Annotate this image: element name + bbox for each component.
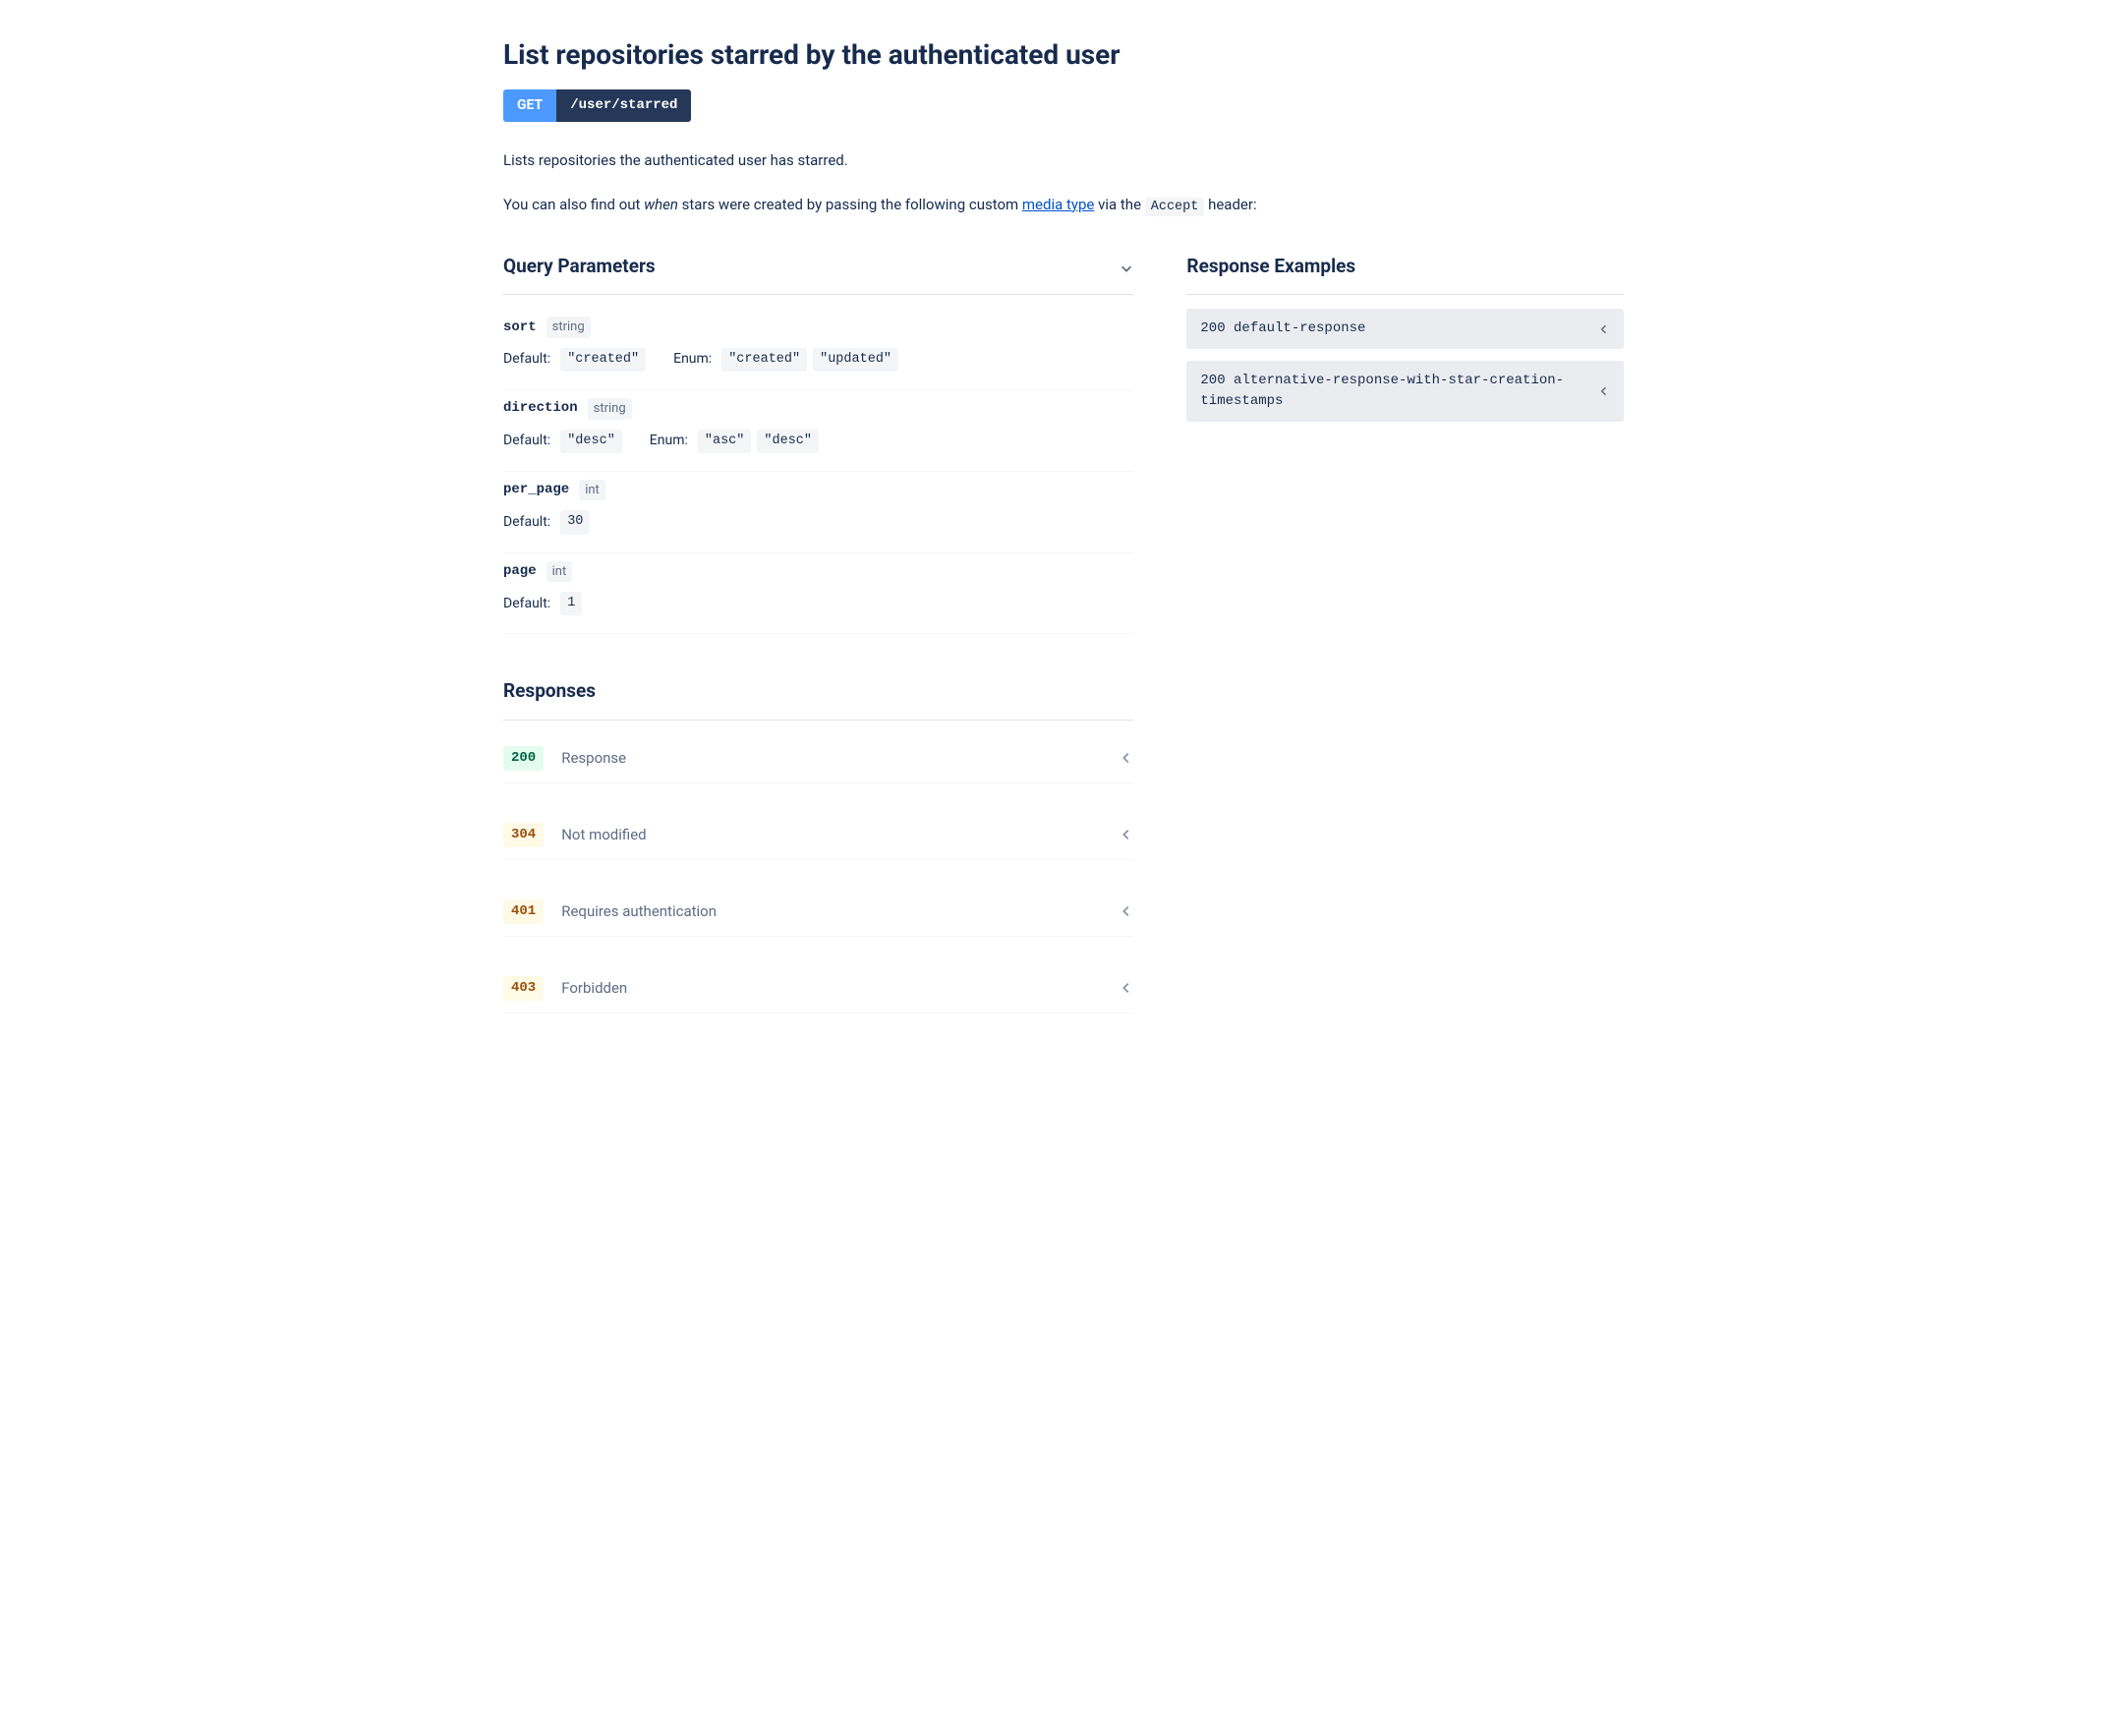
param-detail: Default:"created"Enum:"created""updated" <box>503 348 1133 372</box>
api-path: /user/starred <box>556 89 691 122</box>
param-default: "desc" <box>560 430 622 453</box>
param-name: page <box>503 561 537 582</box>
status-badge: 304 <box>503 823 544 847</box>
param-type: string <box>588 398 632 420</box>
response-examples-header: Response Examples <box>1186 253 1624 296</box>
response-text: Forbidden <box>561 977 1102 1000</box>
param-row-sort: sort string Default:"created"Enum:"created… <box>503 309 1133 390</box>
chevron-left-icon <box>1598 323 1610 335</box>
status-badge: 200 <box>503 746 544 771</box>
chevron-left-icon <box>1120 751 1133 765</box>
response-row-403[interactable]: 403 Forbidden <box>503 964 1133 1013</box>
param-name: sort <box>503 318 537 338</box>
response-text: Not modified <box>561 824 1102 846</box>
response-text: Requires authentication <box>561 900 1102 923</box>
param-row-page: pageint Default:1 <box>503 553 1133 635</box>
media-type-link[interactable]: media type <box>1022 196 1094 213</box>
responses-heading: Responses <box>503 677 596 706</box>
param-enum-value: "updated" <box>813 348 898 372</box>
description-line-2: You can also find out when stars were cr… <box>503 194 1624 217</box>
chevron-left-icon <box>1120 904 1133 918</box>
param-detail: Default:1 <box>503 592 1133 615</box>
param-row-per_page: per_page int Default:30 <box>503 472 1133 553</box>
query-parameters-heading: Query Parameters <box>503 253 656 281</box>
param-type: int <box>579 480 605 501</box>
param-name: direction <box>503 398 578 419</box>
param-detail: Default:30 <box>503 510 1133 534</box>
http-method-badge: GET <box>503 89 556 122</box>
response-example-text: 200 alternative-response-with-star-creat… <box>1200 371 1586 412</box>
response-row-200[interactable]: 200 Response <box>503 734 1133 783</box>
status-badge: 403 <box>503 976 544 1001</box>
param-type: string <box>546 317 591 338</box>
param-default: 1 <box>560 592 582 615</box>
query-parameters-header[interactable]: Query Parameters <box>503 253 1133 296</box>
status-badge: 401 <box>503 899 544 924</box>
page-title: List repositories starred by the authent… <box>503 34 1624 76</box>
response-example-text: 200 default-response <box>1200 318 1586 339</box>
param-name: per_page <box>503 480 569 500</box>
param-detail: Default:"desc"Enum:"asc""desc" <box>503 430 1133 453</box>
accept-header-code: Accept <box>1145 198 1205 216</box>
param-default: 30 <box>560 510 590 534</box>
response-text: Response <box>561 747 1102 770</box>
description-block: Lists repositories the authenticated use… <box>503 149 1624 217</box>
responses-header: Responses <box>503 677 1133 721</box>
response-row-401[interactable]: 401 Requires authentication <box>503 888 1133 937</box>
method-path: GET /user/starred <box>503 89 691 122</box>
param-type: int <box>546 561 573 583</box>
chevron-down-icon <box>1120 261 1133 275</box>
chevron-left-icon <box>1598 385 1610 397</box>
response-row-304[interactable]: 304 Not modified <box>503 811 1133 860</box>
response-example-0[interactable]: 200 default-response <box>1186 309 1624 349</box>
param-default: "created" <box>560 348 646 372</box>
param-row-direction: direction string Default:"desc"Enum:"asc""… <box>503 390 1133 472</box>
param-enum-value: "created" <box>721 348 807 372</box>
response-example-1[interactable]: 200 alternative-response-with-star-creat… <box>1186 361 1624 422</box>
chevron-left-icon <box>1120 828 1133 841</box>
description-line-1: Lists repositories the authenticated use… <box>503 149 1624 172</box>
param-enum-value: "desc" <box>757 430 819 453</box>
response-examples-heading: Response Examples <box>1186 253 1355 281</box>
chevron-left-icon <box>1120 981 1133 995</box>
param-enum-value: "asc" <box>698 430 752 453</box>
